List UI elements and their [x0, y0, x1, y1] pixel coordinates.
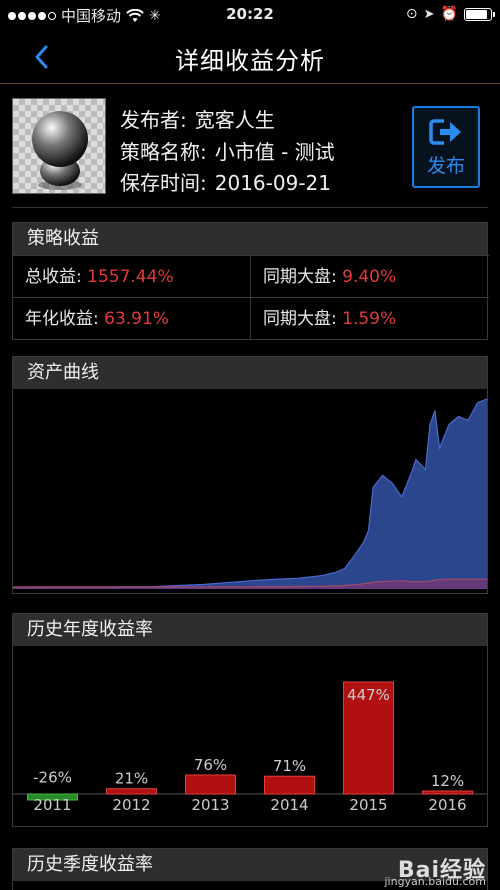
share-arrow-icon — [429, 118, 461, 145]
bar-label-2013: 76% — [194, 756, 227, 774]
tick-label-2015: 2015 — [349, 796, 387, 814]
avatar — [12, 98, 106, 194]
bar-2012 — [106, 788, 157, 795]
bar-2014 — [264, 775, 315, 795]
battery-icon — [464, 7, 495, 21]
divider — [12, 207, 488, 208]
publisher-row: 发布者: 宽客人生 — [120, 104, 275, 133]
benchmark-annualized-cell: 同期大盘: 1.59% — [251, 297, 489, 339]
baidu-watermark: Bai经验 jingyan.baidu.com — [384, 852, 486, 888]
benchmark-total-cell: 同期大盘: 9.40% — [251, 255, 489, 297]
annual-returns-title: 历史年度收益率 — [13, 614, 487, 646]
watermark-url: jingyan.baidu.com — [384, 875, 486, 888]
nav-bar: 详细收益分析 — [0, 30, 500, 84]
status-bar: 中国移动 ✳ 20:22 ⊙ ➤ ⏰ — [0, 0, 500, 30]
asset-curve-svg — [13, 398, 487, 589]
returns-grid: 总收益: 1557.44% 同期大盘: 9.40% 年化收益: 63.91% 同… — [13, 255, 489, 339]
alarm-icon: ⏰ — [440, 6, 458, 22]
publish-button-label: 发布 — [426, 154, 465, 177]
strategy-returns-panel: 策略收益 总收益: 1557.44% 同期大盘: 9.40% 年化收益: 63.… — [12, 222, 489, 340]
annualized-return-value: 63.91% — [104, 309, 169, 329]
publish-button[interactable]: 发布 — [412, 106, 480, 188]
strategy-value: 小市值 - 测试 — [214, 140, 335, 164]
location-icon: ➤ — [423, 6, 435, 22]
bar-label-2012: 21% — [115, 770, 148, 788]
annualized-return-cell: 年化收益: 63.91% — [13, 297, 251, 339]
total-return-value: 1557.44% — [87, 267, 174, 287]
annualized-return-label: 年化收益: — [25, 309, 99, 329]
bar-label-2011: -26% — [33, 768, 72, 786]
bar-2013 — [185, 774, 236, 795]
strategy-label: 策略名称: — [120, 140, 207, 164]
bar-label-2015: 447% — [347, 686, 390, 704]
saved-value: 2016-09-21 — [214, 171, 331, 195]
total-return-cell: 总收益: 1557.44% — [13, 255, 251, 297]
bar-2016 — [422, 790, 473, 795]
asset-curve-chart — [13, 389, 487, 593]
strategy-profile: 发布者: 宽客人生 策略名称: 小市值 - 测试 保存时间: 2016-09-21 发… — [12, 98, 488, 206]
annual-returns-svg: -26% 2011 21% 2012 76% 2013 71% 2014 447% 2015 12%… — [13, 681, 487, 814]
saved-row: 保存时间: 2016-09-21 — [120, 167, 331, 196]
annual-returns-chart: -26% 2011 21% 2012 76% 2013 71% 2014 447% 2015 12%… — [13, 646, 487, 826]
asset-curve-title: 资产曲线 — [13, 357, 487, 389]
tick-label-2011: 2011 — [33, 796, 71, 814]
publisher-label: 发布者: — [120, 108, 187, 132]
tick-label-2013: 2013 — [191, 796, 229, 814]
benchmark-annualized-label: 同期大盘: — [263, 309, 337, 329]
benchmark-total-value: 9.40% — [342, 267, 397, 287]
total-return-label: 总收益: — [25, 267, 82, 287]
bar-label-2014: 71% — [273, 757, 306, 775]
benchmark-annualized-value: 1.59% — [342, 309, 397, 329]
saved-label: 保存时间: — [120, 171, 207, 195]
bar-label-2016: 12% — [431, 772, 464, 790]
status-right: ⊙ ➤ ⏰ — [405, 6, 495, 22]
strategy-row: 策略名称: 小市值 - 测试 — [120, 136, 335, 165]
publisher-value: 宽客人生 — [194, 108, 275, 132]
benchmark-total-label: 同期大盘: — [263, 267, 337, 287]
annual-returns-panel: 历史年度收益率 -26% 2011 21% 2012 76% 2013 71% 2014 447… — [12, 613, 488, 827]
strategy-area — [13, 398, 487, 589]
strategy-returns-title: 策略收益 — [13, 223, 487, 255]
tick-label-2016: 2016 — [428, 796, 466, 814]
page-title: 详细收益分析 — [175, 47, 325, 75]
tick-label-2012: 2012 — [112, 796, 150, 814]
avatar-figure-icon — [32, 111, 88, 190]
lock-rotation-icon: ⊙ — [405, 6, 418, 22]
tick-label-2014: 2014 — [270, 796, 308, 814]
asset-curve-panel: 资产曲线 — [12, 356, 488, 594]
